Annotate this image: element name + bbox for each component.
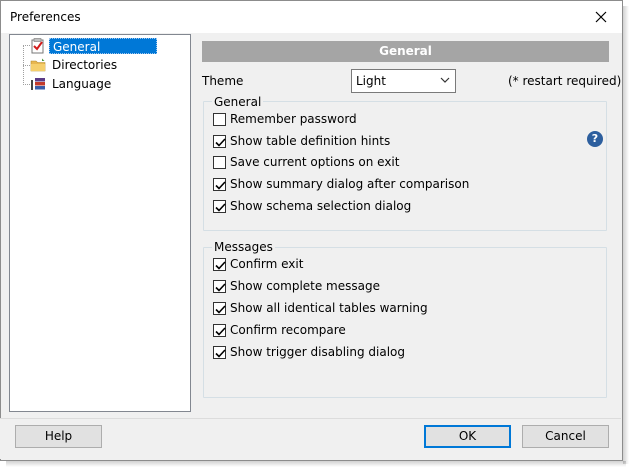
messages-group-title: Messages	[212, 240, 275, 254]
window-title: Preferences	[10, 10, 81, 24]
checkbox[interactable]	[213, 279, 226, 293]
title-bar: Preferences	[1, 1, 622, 33]
tree-item-label: Directories	[52, 58, 118, 72]
option-save-current-options[interactable]: Save current options on exit	[213, 154, 399, 170]
checkbox[interactable]	[213, 345, 226, 359]
checkbox[interactable]	[213, 301, 226, 315]
check-icon	[215, 348, 226, 358]
option-trigger-disabling-dialog[interactable]: Show trigger disabling dialog	[213, 344, 405, 360]
option-label: Show table definition hints	[230, 134, 391, 148]
option-label: Show summary dialog after comparison	[230, 177, 470, 191]
checkbox[interactable]	[213, 199, 226, 213]
help-icon[interactable]: ?	[587, 131, 603, 147]
option-label: Show schema selection dialog	[230, 199, 412, 213]
chevron-down-icon	[440, 77, 450, 83]
tree-item-general[interactable]: General	[30, 37, 157, 55]
option-remember-password[interactable]: Remember password	[213, 111, 357, 127]
option-confirm-recompare[interactable]: Confirm recompare	[213, 322, 346, 338]
ok-button[interactable]: OK	[424, 425, 511, 448]
check-icon	[215, 304, 226, 314]
option-label: Confirm exit	[230, 257, 304, 271]
option-show-summary-dialog[interactable]: Show summary dialog after comparison	[213, 176, 469, 192]
option-label: Show trigger disabling dialog	[230, 345, 406, 359]
option-show-table-definition-hints[interactable]: Show table definition hints	[213, 133, 390, 149]
option-label: Remember password	[230, 112, 357, 126]
check-icon	[215, 202, 226, 212]
check-icon	[215, 180, 226, 190]
tree-item-language[interactable]: Language	[30, 75, 114, 93]
option-show-schema-selection[interactable]: Show schema selection dialog	[213, 198, 411, 214]
panel-header: General	[202, 41, 609, 62]
general-group-title: General	[212, 95, 264, 109]
check-icon	[215, 260, 226, 270]
language-icon	[31, 78, 45, 90]
check-icon	[215, 137, 226, 147]
checkbox[interactable]	[213, 257, 226, 271]
check-icon	[215, 326, 226, 336]
close-button[interactable]	[580, 1, 622, 33]
option-label: Save current options on exit	[230, 155, 400, 169]
checkbox[interactable]	[213, 323, 226, 337]
tree-item-label: Language	[52, 77, 112, 91]
category-tree[interactable]: General Directories Language	[9, 34, 191, 412]
option-label: Confirm recompare	[230, 323, 346, 337]
cancel-button[interactable]: Cancel	[522, 425, 609, 448]
option-confirm-exit[interactable]: Confirm exit	[213, 256, 303, 272]
theme-select[interactable]: Light	[351, 69, 456, 93]
general-checklist-icon	[31, 38, 44, 54]
tree-item-directories[interactable]: Directories	[30, 56, 120, 74]
help-button[interactable]: Help	[15, 425, 102, 448]
option-label: Show all identical tables warning	[230, 301, 428, 315]
checkbox[interactable]	[213, 177, 226, 191]
restart-note: (* restart required)	[508, 74, 622, 88]
option-show-complete-message[interactable]: Show complete message	[213, 278, 380, 294]
check-icon	[215, 282, 226, 292]
checkbox[interactable]	[213, 155, 226, 169]
folder-icon	[30, 58, 46, 72]
close-icon	[595, 11, 607, 23]
checkbox[interactable]	[213, 134, 226, 148]
theme-select-value: Light	[356, 74, 386, 88]
option-label: Show complete message	[230, 279, 380, 293]
option-identical-tables-warning[interactable]: Show all identical tables warning	[213, 300, 428, 316]
checkbox[interactable]	[213, 112, 226, 126]
tree-item-label: General	[49, 38, 157, 54]
theme-label: Theme	[202, 74, 244, 88]
